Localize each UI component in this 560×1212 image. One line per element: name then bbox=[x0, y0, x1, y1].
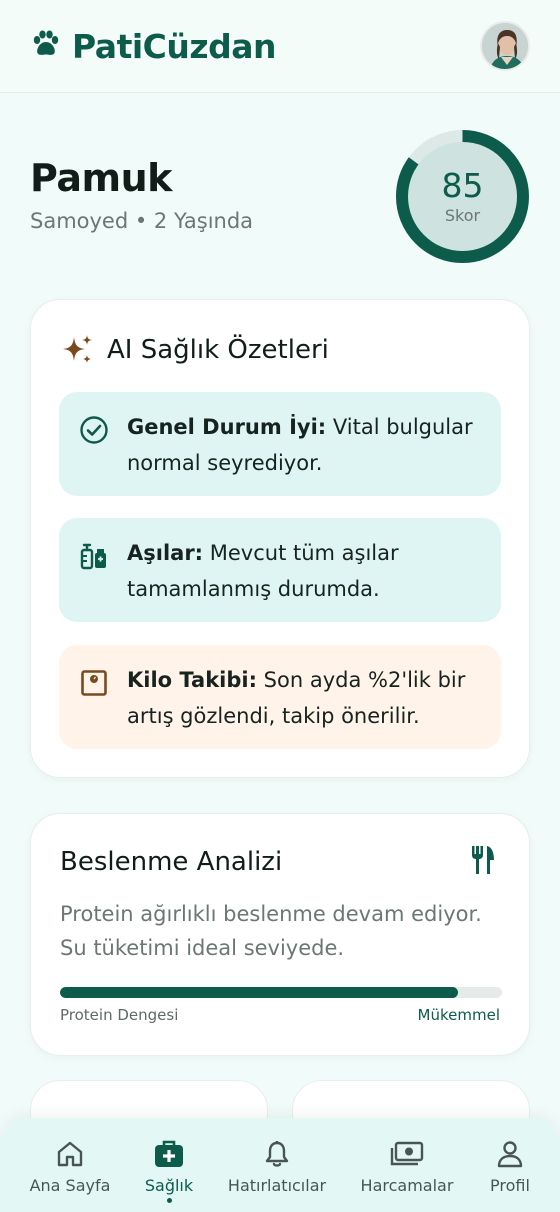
protein-balance-status: Mükemmel bbox=[417, 1006, 500, 1024]
score-value: 85 bbox=[441, 165, 484, 205]
person-icon bbox=[495, 1138, 525, 1170]
summary-weight-tracking[interactable]: Kilo Takibi: Son ayda %2'lik bir artış g… bbox=[59, 645, 501, 749]
home-icon bbox=[55, 1138, 85, 1170]
fork-knife-icon bbox=[470, 844, 496, 880]
medical-kit-icon bbox=[153, 1138, 185, 1170]
score-center: 85 Skor bbox=[408, 142, 517, 251]
summary-text: Kilo Takibi: Son ayda %2'lik bir artış g… bbox=[127, 668, 466, 728]
nav-reminders[interactable]: Hatırlatıcılar bbox=[226, 1138, 328, 1195]
nutrition-description: Protein ağırlıklı beslenme devam ediyor.… bbox=[60, 902, 482, 960]
nav-home[interactable]: Ana Sayfa bbox=[27, 1138, 113, 1195]
protein-balance-label: Protein Dengesi bbox=[60, 1006, 179, 1024]
nutrition-analysis-card[interactable]: Beslenme Analizi Protein ağırlıklı besle… bbox=[30, 813, 530, 1056]
nav-label: Hatırlatıcılar bbox=[227, 1176, 327, 1195]
protein-balance-fill bbox=[60, 987, 458, 998]
summary-text: Genel Durum İyi: Vital bulgular normal s… bbox=[127, 415, 473, 475]
score-label: Skor bbox=[444, 205, 481, 225]
pet-name: Pamuk bbox=[30, 156, 172, 200]
nav-expenses[interactable]: Harcamalar bbox=[356, 1138, 458, 1195]
protein-balance-bar bbox=[60, 987, 502, 998]
brand-name: PatiCüzdan bbox=[72, 26, 276, 66]
nav-label: Ana Sayfa bbox=[29, 1176, 111, 1195]
ai-summary-title: AI Sağlık Özetleri bbox=[61, 333, 329, 367]
active-indicator bbox=[166, 1198, 172, 1203]
pet-breed-age: Samoyed • 2 Yaşında bbox=[30, 209, 254, 233]
nav-health[interactable]: Sağlık bbox=[134, 1138, 204, 1203]
bottom-navigation: Ana Sayfa Sağlık Hatırlatıcılar Harcamal… bbox=[0, 1118, 560, 1212]
scale-icon bbox=[79, 668, 109, 698]
nav-label: Sağlık bbox=[144, 1176, 194, 1195]
bell-icon bbox=[262, 1138, 292, 1170]
paw-icon bbox=[30, 29, 60, 63]
vaccine-icon bbox=[79, 541, 109, 571]
summary-general-status[interactable]: Genel Durum İyi: Vital bulgular normal s… bbox=[59, 392, 501, 496]
ai-health-summary-card: AI Sağlık Özetleri Genel Durum İyi: Vita… bbox=[30, 299, 530, 778]
summary-vaccines[interactable]: Aşılar: Mevcut tüm aşılar tamamlanmış du… bbox=[59, 518, 501, 622]
health-score-ring[interactable]: 85 Skor bbox=[394, 128, 531, 265]
nutrition-title: Beslenme Analizi bbox=[60, 847, 283, 877]
user-avatar[interactable] bbox=[480, 21, 530, 71]
money-icon bbox=[390, 1138, 424, 1170]
nav-label: Harcamalar bbox=[360, 1176, 454, 1195]
nav-label: Profil bbox=[490, 1176, 530, 1195]
summary-text: Aşılar: Mevcut tüm aşılar tamamlanmış du… bbox=[127, 541, 399, 601]
check-circle-icon bbox=[79, 415, 109, 445]
brand[interactable]: PatiCüzdan bbox=[30, 27, 276, 66]
nav-profile[interactable]: Profil bbox=[484, 1138, 536, 1195]
sparkles-icon bbox=[61, 333, 95, 367]
ai-summary-heading: AI Sağlık Özetleri bbox=[107, 335, 329, 365]
top-app-bar: PatiCüzdan bbox=[0, 0, 560, 93]
